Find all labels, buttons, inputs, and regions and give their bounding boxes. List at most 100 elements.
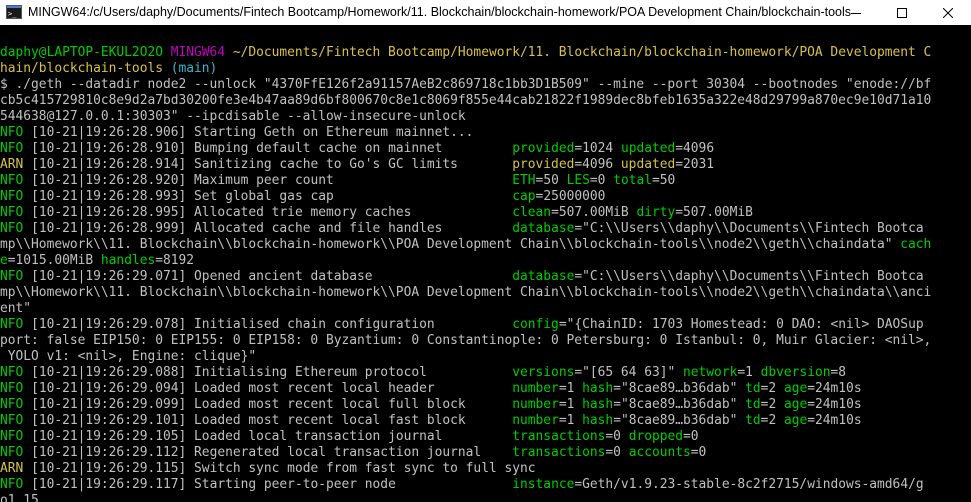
log-key: instance bbox=[512, 477, 575, 492]
log-level: NFO bbox=[0, 477, 24, 492]
log-timestamp: [10-21|19:26:29.117] bbox=[31, 477, 187, 492]
log-value: 1024 bbox=[582, 141, 614, 156]
prompt-user-host: daphy@LAPTOP-EKUL2O2O bbox=[0, 45, 163, 60]
log-timestamp: [10-21|19:26:28.906] bbox=[31, 125, 187, 140]
window-title: MINGW64:/c/Users/daphy/Documents/Fintech… bbox=[28, 5, 852, 19]
log-key: td bbox=[745, 381, 761, 396]
log-line-wrap: o1.15 bbox=[0, 493, 39, 502]
log-key: age bbox=[783, 397, 808, 412]
log-value: 8192 bbox=[163, 253, 195, 268]
window-titlebar[interactable]: >_ MINGW64:/c/Users/daphy/Documents/Fint… bbox=[0, 0, 971, 25]
log-key: td bbox=[745, 413, 761, 428]
close-icon bbox=[943, 7, 953, 18]
log-key: hash bbox=[582, 413, 614, 428]
log-line-wrap: port: false EIP150: 0 EIP155: 0 EIP158: … bbox=[0, 333, 931, 349]
log-key: number bbox=[512, 381, 559, 396]
log-timestamp: [10-21|19:26:29.112] bbox=[31, 445, 187, 460]
log-key: number bbox=[512, 413, 559, 428]
log-key: transactions bbox=[512, 429, 606, 444]
log-message: Set global gas cap bbox=[194, 189, 334, 204]
log-value: "C:\\Users\\daphy\\Documents\\Fintech Bo… bbox=[582, 269, 924, 284]
log-value: mp\\Homework\\11. Blockchain\\blockchain… bbox=[0, 237, 893, 252]
log-line: NFO [10-21|19:26:28.995] Allocated trie … bbox=[0, 205, 753, 220]
log-value: "8cae89…b36dab" bbox=[620, 397, 738, 412]
log-line-wrap: mp\\Homework\\11. Blockchain\\blockchain… bbox=[0, 285, 931, 301]
log-value: 0 bbox=[690, 429, 699, 444]
log-message: Starting Geth on Ethereum mainnet... bbox=[194, 125, 474, 140]
log-value: 1 bbox=[566, 397, 575, 412]
log-value: 0 bbox=[698, 445, 707, 460]
log-value: "8cae89…b36dab" bbox=[620, 381, 738, 396]
log-value: "8cae89…b36dab" bbox=[620, 413, 738, 428]
log-key: ETH bbox=[512, 173, 536, 188]
log-level: NFO bbox=[0, 221, 24, 236]
log-message: Initialising Ethereum protocol bbox=[194, 365, 427, 380]
log-value: port: false EIP150: 0 EIP155: 0 EIP158: … bbox=[0, 333, 932, 348]
log-value: 24m10s bbox=[815, 413, 862, 428]
log-timestamp: [10-21|19:26:28.995] bbox=[31, 205, 187, 220]
log-value: mp\\Homework\\11. Blockchain\\blockchain… bbox=[0, 285, 932, 300]
log-line: NFO [10-21|19:26:29.117] Starting peer-t… bbox=[0, 477, 924, 492]
log-timestamp: [10-21|19:26:29.088] bbox=[31, 365, 187, 380]
log-line: NFO [10-21|19:26:29.071] Opened ancient … bbox=[0, 269, 924, 284]
log-timestamp: [10-21|19:26:28.914] bbox=[31, 157, 187, 172]
log-line: NFO [10-21|19:26:29.078] Initialised cha… bbox=[0, 317, 924, 332]
log-line-wrap: ent" bbox=[0, 301, 31, 317]
maximize-icon bbox=[897, 7, 907, 18]
minimize-button[interactable] bbox=[833, 0, 879, 25]
log-value: 2 bbox=[768, 397, 777, 412]
log-value: "C:\\Users\\daphy\\Documents\\Fintech Bo… bbox=[582, 221, 924, 236]
log-key: network bbox=[683, 365, 738, 380]
log-level: NFO bbox=[0, 365, 24, 380]
command-line: 544638@127.0.0.1:30303" --ipcdisable --a… bbox=[0, 109, 466, 124]
log-line: ARN [10-21|19:26:29.115] Switch sync mod… bbox=[0, 461, 536, 477]
log-message: Bumping default cache on mainnet bbox=[194, 141, 443, 156]
log-key: number bbox=[512, 397, 559, 412]
log-key: age bbox=[783, 413, 808, 428]
log-value: o1.15 bbox=[0, 493, 39, 502]
prompt-line-wrap: hain/blockchain-tools (main) bbox=[0, 61, 217, 77]
log-message: Opened ancient database bbox=[194, 269, 373, 284]
log-timestamp: [10-21|19:26:29.115] bbox=[31, 461, 187, 476]
log-line-wrap: e=1015.00MiB handles=8192 bbox=[0, 253, 195, 268]
log-value: 2031 bbox=[683, 157, 715, 172]
log-level: NFO bbox=[0, 141, 24, 156]
log-key: handles bbox=[100, 253, 156, 268]
log-timestamp: [10-21|19:26:29.105] bbox=[31, 429, 187, 444]
log-key: LES bbox=[566, 173, 590, 188]
log-timestamp: [10-21|19:26:29.078] bbox=[31, 317, 187, 332]
log-key: database bbox=[512, 269, 575, 284]
log-key: provided bbox=[512, 141, 575, 156]
log-line: ARN [10-21|19:26:28.914] Sanitizing cach… bbox=[0, 157, 715, 172]
log-level: NFO bbox=[0, 189, 24, 204]
log-line: NFO [10-21|19:26:29.101] Loaded most rec… bbox=[0, 413, 862, 428]
log-value: YOLO v1: <nil>, Engine: clique}" bbox=[0, 349, 257, 364]
log-level: NFO bbox=[0, 205, 24, 220]
log-message: Allocated trie memory caches bbox=[194, 205, 412, 220]
log-line: NFO [10-21|19:26:28.993] Set global gas … bbox=[0, 189, 606, 204]
log-line: NFO [10-21|19:26:28.920] Maximum peer co… bbox=[0, 173, 676, 188]
log-message: Initialised chain configuration bbox=[194, 317, 435, 332]
log-message: Loaded most recent local full block bbox=[194, 397, 466, 412]
terminal-output[interactable]: daphy@LAPTOP-EKUL2O2O MINGW64 ~/Document… bbox=[0, 41, 971, 502]
svg-text:>_: >_ bbox=[8, 10, 17, 18]
log-key: database bbox=[512, 221, 575, 236]
log-value: 0 bbox=[613, 445, 621, 460]
log-value: 4096 bbox=[683, 141, 715, 156]
log-key: cap bbox=[512, 189, 536, 204]
log-line: NFO [10-21|19:26:29.099] Loaded most rec… bbox=[0, 397, 862, 412]
prompt-shell: MINGW64 bbox=[170, 45, 226, 60]
log-level: NFO bbox=[0, 269, 24, 284]
maximize-button[interactable] bbox=[879, 0, 925, 25]
log-key: age bbox=[783, 381, 808, 396]
prompt-path-cont: hain/blockchain-tools bbox=[0, 61, 163, 76]
close-button[interactable] bbox=[925, 0, 971, 25]
log-value: 0 bbox=[597, 173, 606, 188]
log-value: 507.00MiB bbox=[558, 205, 629, 220]
log-key: dirty bbox=[636, 205, 676, 220]
log-key: total bbox=[613, 173, 653, 188]
log-message: Sanitizing cache to Go's GC limits bbox=[194, 157, 458, 172]
mingw-terminal-icon: >_ bbox=[6, 5, 22, 19]
log-message: Switch sync mode from fast sync to full … bbox=[194, 461, 536, 476]
prompt-path: ~/Documents/Fintech Bootcamp/Homework/11… bbox=[232, 45, 932, 60]
